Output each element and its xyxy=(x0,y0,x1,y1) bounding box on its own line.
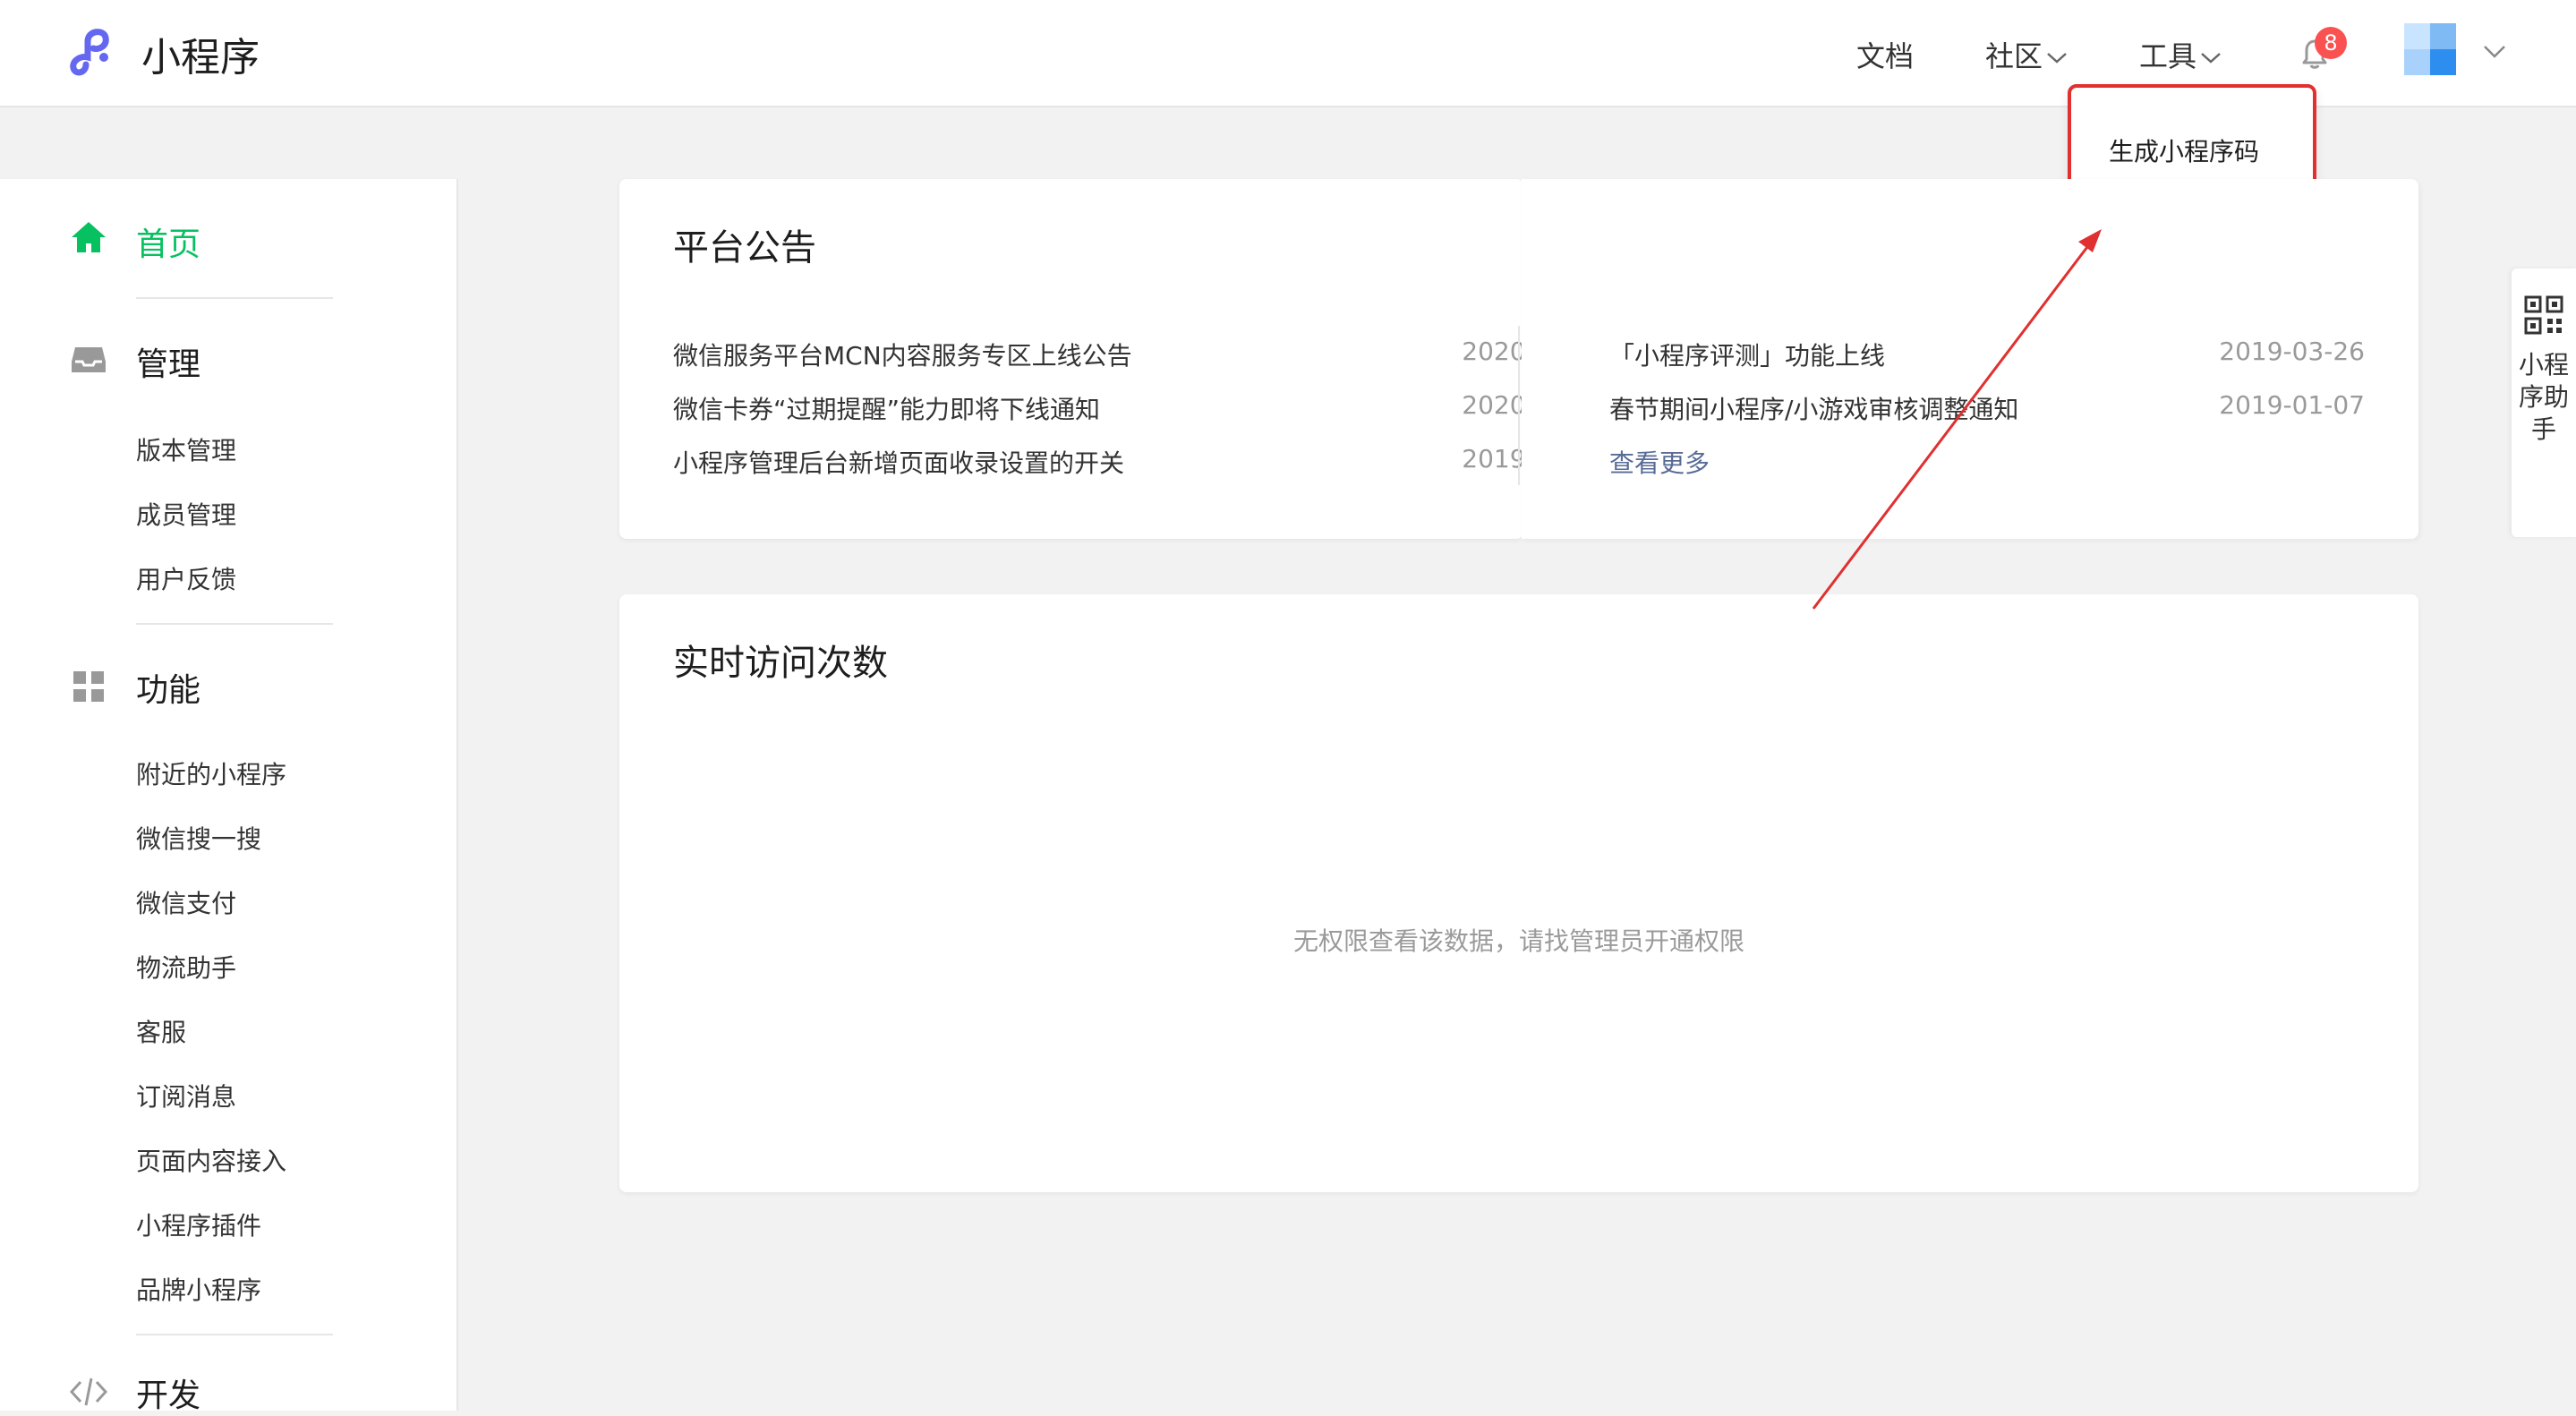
sidebar-item-plugins[interactable]: 小程序插件 xyxy=(136,1207,261,1242)
announcement-link[interactable]: 微信卡券“过期提醒”能力即将下线通知 xyxy=(673,390,1100,426)
sidebar-item-wechat-pay[interactable]: 微信支付 xyxy=(136,884,236,920)
code-icon xyxy=(70,1378,107,1406)
announcements-title: 平台公告 xyxy=(673,227,816,269)
grid-icon xyxy=(73,671,104,702)
sidebar-item-subscribe-message[interactable]: 订阅消息 xyxy=(136,1078,236,1113)
view-more-link[interactable]: 查看更多 xyxy=(1609,444,1710,480)
nav-docs[interactable]: 文档 xyxy=(1856,34,1914,75)
nav-tools-label: 工具 xyxy=(2139,39,2197,73)
notification-badge: 8 xyxy=(2315,27,2347,59)
nav-community[interactable]: 社区 xyxy=(1985,34,2068,75)
miniprogram-logo-icon[interactable] xyxy=(68,25,127,81)
sidebar-item-nearby-miniprogram[interactable]: 附近的小程序 xyxy=(136,755,286,791)
announcement-link[interactable]: 「小程序评测」功能上线 xyxy=(1609,337,1885,372)
announcement-link[interactable]: 小程序管理后台新增页面收录设置的开关 xyxy=(673,444,1124,480)
column-divider xyxy=(1518,326,1520,485)
sidebar-item-version-manage[interactable]: 版本管理 xyxy=(136,431,236,467)
sidebar: 首页 管理 版本管理 成员管理 用户反馈 功能 附近的小程序 微信搜一搜 微信支… xyxy=(0,179,458,1414)
miniprogram-assistant-label: 小程序助手 xyxy=(2518,350,2569,444)
nav-tools[interactable]: 工具 xyxy=(2139,34,2222,75)
sidebar-item-member-manage[interactable]: 成员管理 xyxy=(136,496,236,532)
sidebar-item-page-content[interactable]: 页面内容接入 xyxy=(136,1142,286,1178)
no-permission-message: 无权限查看该数据，请找管理员开通权限 xyxy=(1292,926,1744,956)
divider xyxy=(136,297,333,299)
sidebar-item-home[interactable]: 首页 xyxy=(136,218,200,265)
realtime-visits-card: 实时访问次数 无权限查看该数据，请找管理员开通权限 xyxy=(619,594,2418,1192)
sidebar-item-wechat-search[interactable]: 微信搜一搜 xyxy=(136,820,261,856)
menu-item-generate-qrcode[interactable]: 生成小程序码 xyxy=(2109,132,2259,168)
nav-community-label: 社区 xyxy=(1985,39,2043,73)
sidebar-section-features[interactable]: 功能 xyxy=(136,664,200,711)
announcements-card-right: 「小程序评测」功能上线 2019-03-26 春节期间小程序/小游戏审核调整通知… xyxy=(1522,179,2418,539)
sidebar-section-develop[interactable]: 开发 xyxy=(136,1369,200,1416)
divider xyxy=(136,623,333,625)
miniprogram-assistant-tab[interactable]: 小程序助手 xyxy=(2512,269,2576,537)
sidebar-section-manage[interactable]: 管理 xyxy=(136,338,200,385)
announcement-link[interactable]: 春节期间小程序/小游戏审核调整通知 xyxy=(1609,390,2018,426)
realtime-visits-title: 实时访问次数 xyxy=(673,643,888,684)
avatar[interactable] xyxy=(2404,23,2456,75)
qrcode-icon xyxy=(2524,295,2563,335)
inbox-icon xyxy=(72,347,106,372)
divider xyxy=(136,1334,333,1335)
sidebar-item-user-feedback[interactable]: 用户反馈 xyxy=(136,560,236,596)
announcements-card: 平台公告 微信服务平台MCN内容服务专区上线公告 2020-07-01 微信卡券… xyxy=(619,179,1608,539)
sidebar-item-logistics[interactable]: 物流助手 xyxy=(136,949,236,985)
chevron-down-icon[interactable] xyxy=(2483,45,2506,59)
announcement-date: 2019-03-26 xyxy=(2219,337,2365,366)
chevron-down-icon xyxy=(2047,53,2067,64)
chevron-down-icon xyxy=(2201,53,2221,64)
announcement-link[interactable]: 微信服务平台MCN内容服务专区上线公告 xyxy=(673,337,1132,372)
home-icon xyxy=(72,222,106,252)
sidebar-item-brand-miniprogram[interactable]: 品牌小程序 xyxy=(136,1271,261,1307)
brand-title[interactable]: 小程序 xyxy=(141,25,260,82)
announcement-date: 2019-01-07 xyxy=(2219,390,2365,420)
sidebar-item-customer-service[interactable]: 客服 xyxy=(136,1013,186,1049)
